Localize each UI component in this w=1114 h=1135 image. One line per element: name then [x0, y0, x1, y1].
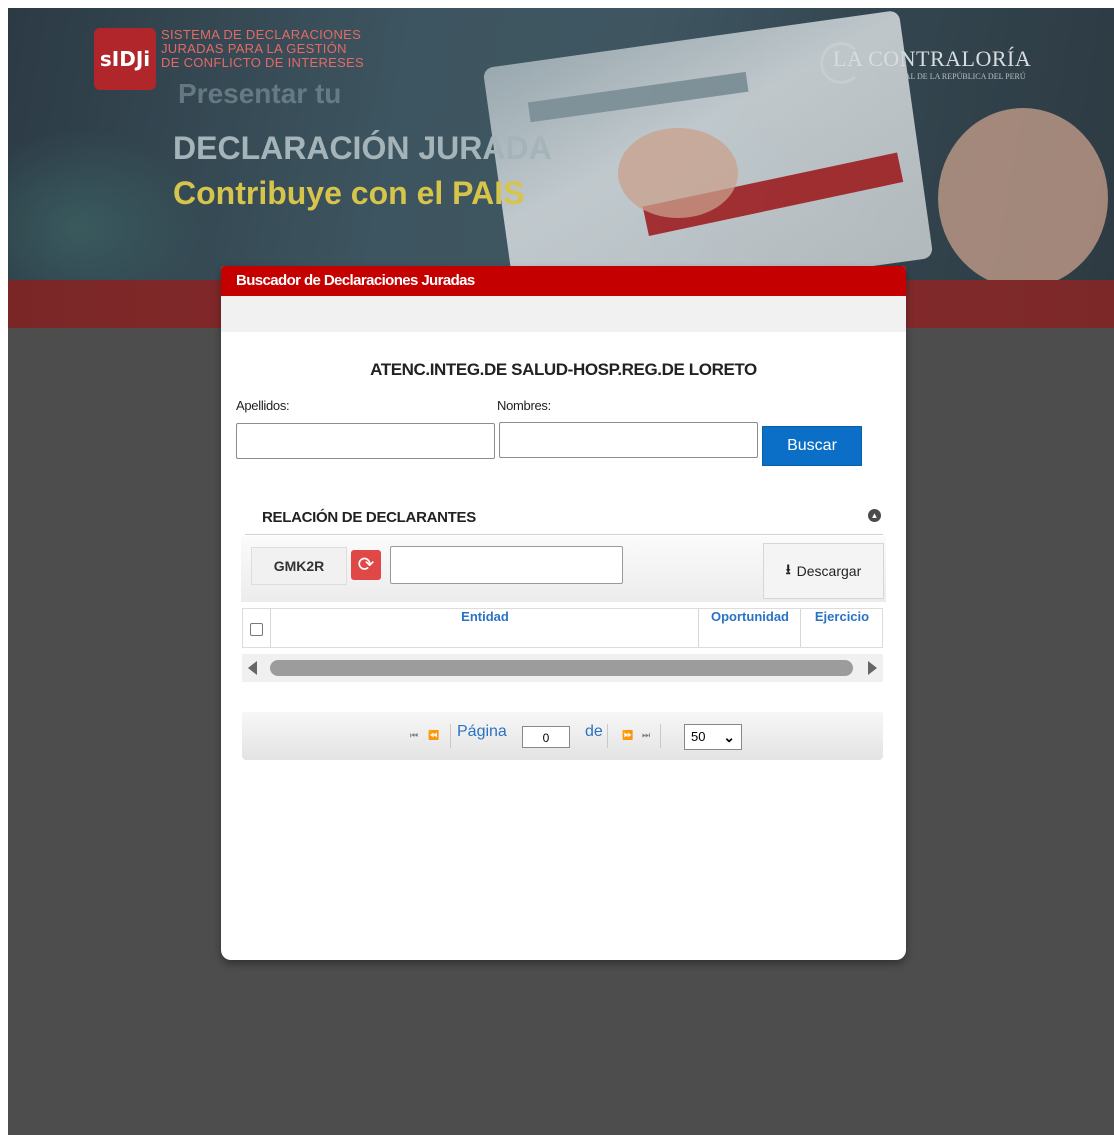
dialog-subheader	[221, 296, 906, 332]
section-divider	[245, 534, 883, 535]
entity-name: ATENC.INTEG.DE SALUD-HOSP.REG.DE LORETO	[370, 360, 757, 379]
next-page-icon[interactable]: ⏩	[622, 730, 633, 741]
sidji-caption-line2: JURADAS PARA LA GESTIÓN	[161, 41, 347, 56]
download-icon: ⭳	[785, 561, 791, 577]
refresh-captcha-button[interactable]: ⟳	[351, 550, 381, 580]
pager-separator	[660, 724, 661, 748]
grid-pager: ⏮ ⏪ Página 0 de ⏩ ⏭ 50 ⌄	[242, 712, 883, 760]
dialog-title: Buscador de Declaraciones Juradas	[221, 266, 906, 296]
sidji-logo-text: sIDJi	[99, 47, 151, 71]
hero-ghost-title: Presentar tu	[178, 78, 342, 109]
hero-hand-image	[618, 128, 738, 218]
captcha-image: GMK2R	[251, 547, 347, 585]
nombres-label: Nombres:	[497, 398, 551, 413]
apellidos-input[interactable]	[236, 423, 495, 459]
page-size-value: 50	[691, 729, 706, 744]
scroll-right-icon[interactable]	[868, 661, 877, 675]
nombres-input[interactable]	[499, 422, 758, 458]
hero-subtitle: Contribuye con el PAIS	[173, 175, 525, 211]
select-all-checkbox[interactable]	[250, 623, 263, 636]
sidji-logo: sIDJi	[94, 28, 156, 90]
contraloria-subtitle: GENERAL DE LA REPÚBLICA DEL PERÚ	[878, 72, 1026, 81]
captcha-code: GMK2R	[273, 558, 325, 574]
horizontal-scrollbar[interactable]	[242, 654, 883, 682]
last-page-icon[interactable]: ⏭	[642, 730, 650, 741]
hero-title: DECLARACIÓN JURADA	[173, 130, 552, 166]
captcha-input[interactable]	[390, 546, 623, 584]
sidji-caption-line1: SISTEMA DE DECLARACIONES	[161, 27, 362, 42]
collapse-icon[interactable]: ▲	[868, 509, 881, 522]
chevron-down-icon: ⌄	[723, 729, 735, 745]
tablet-gray-bar	[527, 71, 749, 123]
contraloria-name: LA CONTRALORÍA	[833, 46, 1032, 71]
scroll-left-icon[interactable]	[248, 661, 257, 675]
refresh-icon: ⟳	[357, 554, 375, 576]
download-button-label: Descargar	[796, 563, 862, 579]
page-label: Página	[457, 723, 507, 740]
hero-hand-image-right	[938, 108, 1108, 288]
search-button-label: Buscar	[787, 437, 837, 454]
relacion-title: RELACIÓN DE DECLARANTES	[262, 509, 476, 526]
column-ejercicio[interactable]: Ejercicio	[800, 609, 883, 647]
column-entidad[interactable]: Entidad	[270, 609, 699, 647]
search-button[interactable]: Buscar	[762, 426, 862, 466]
prev-page-icon[interactable]: ⏪	[428, 730, 439, 741]
column-oportunidad[interactable]: Oportunidad	[698, 609, 801, 647]
pager-separator	[450, 724, 451, 748]
page-size-select[interactable]: 50 ⌄	[684, 724, 742, 750]
of-label: de	[585, 723, 603, 740]
first-page-icon[interactable]: ⏮	[410, 730, 418, 741]
page-number-input[interactable]: 0	[522, 726, 570, 748]
search-dialog: Buscador de Declaraciones Juradas ATENC.…	[221, 266, 906, 960]
scrollbar-thumb[interactable]	[270, 660, 853, 676]
apellidos-label: Apellidos:	[236, 398, 290, 413]
pager-separator	[607, 724, 608, 748]
sidji-caption-line3: DE CONFLICTO DE INTERESES	[161, 55, 365, 70]
grid-header-row: Entidad Oportunidad Ejercicio	[242, 608, 883, 648]
sidji-logo-caption: SISTEMA DE DECLARACIONES JURADAS PARA LA…	[161, 28, 364, 70]
download-button[interactable]: ⭳ Descargar	[763, 543, 884, 599]
